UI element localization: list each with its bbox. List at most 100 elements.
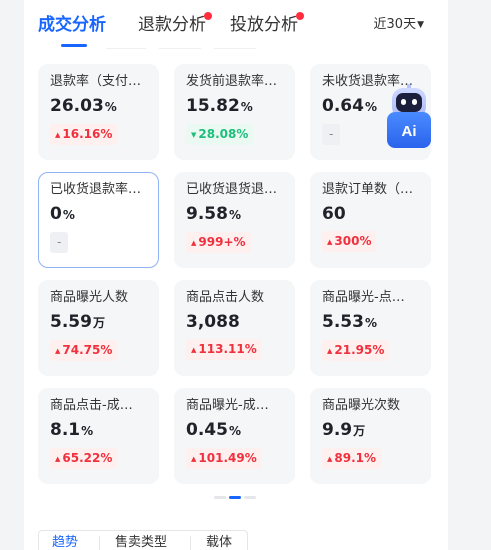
metric-title: 商品曝光人数 [50, 290, 129, 305]
metric-title: 发货前退款率… [186, 74, 278, 89]
metric-value: 0% [50, 203, 147, 226]
analysis-tab-bar: 成交分析 退款分析 投放分析 近30天▼ [24, 0, 448, 54]
metric-unit: % [228, 424, 241, 438]
tab-carrier[interactable]: 载体 [191, 531, 247, 550]
ai-label: Ai [402, 123, 417, 140]
arrow-up-icon: ▲ [191, 346, 197, 354]
change-value: 300% [334, 234, 372, 248]
tab-label: 投放分析 [230, 15, 298, 35]
active-tab-indicator [61, 44, 87, 47]
change-value: 113.11% [198, 342, 257, 356]
change-badge: ▲ 113.11% [186, 339, 262, 360]
change-badge: ▲ 16.16% [50, 124, 118, 145]
notification-dot [204, 12, 212, 20]
change-badge: - [50, 232, 69, 253]
metric-unit: % [240, 100, 253, 114]
notification-dot [296, 12, 304, 20]
arrow-up-icon: ▲ [55, 455, 61, 463]
tab-transaction-analysis[interactable]: 成交分析 [38, 13, 106, 37]
metric-card[interactable]: 商品曝光-成… 0.45% ▲ 101.49% [174, 388, 295, 484]
change-badge: ▼ 28.08% [186, 124, 254, 145]
metric-value: 9.9万 [322, 419, 419, 442]
change-value: 74.75% [62, 343, 113, 357]
metric-unit: 万 [92, 316, 105, 330]
arrow-up-icon: ▲ [327, 347, 333, 355]
change-value: 999+% [198, 235, 246, 249]
change-badge: ▲ 999+% [186, 232, 251, 253]
metric-unit: % [364, 316, 377, 330]
change-badge: ▲ 21.95% [322, 340, 390, 361]
metric-number: 9.9 [322, 420, 353, 440]
change-value: 65.22% [62, 451, 113, 465]
metric-title: 商品曝光-点… [322, 290, 405, 305]
metric-title: 商品点击人数 [186, 290, 265, 305]
metric-card[interactable]: 商品曝光次数 9.9万 ▲ 89.1% [310, 388, 431, 484]
change-value: - [329, 127, 334, 141]
metric-card[interactable]: 已收货退款率… 0% - [38, 172, 159, 268]
arrow-up-icon: ▲ [327, 455, 333, 463]
metric-number: 9.58 [186, 204, 228, 224]
metric-title: 商品曝光-成… [186, 398, 269, 413]
change-value: - [57, 235, 62, 249]
metric-title: 商品点击-成… [50, 398, 133, 413]
arrow-up-icon: ▲ [55, 131, 61, 139]
metric-value: 9.58% [186, 203, 283, 226]
metric-card[interactable]: 发货前退款率… 15.82% ▼ 28.08% [174, 64, 295, 160]
change-value: 101.49% [198, 451, 257, 465]
page-dot-active [229, 496, 241, 499]
metric-unit: % [81, 424, 94, 438]
change-badge: ▲ 101.49% [186, 448, 262, 469]
metric-value: 60 [322, 203, 419, 225]
metric-card[interactable]: 商品曝光人数 5.59万 ▲ 74.75% [38, 280, 159, 376]
divider [214, 48, 256, 49]
date-range-label: 近30天 [373, 17, 417, 32]
metric-title: 退款率（支付… [50, 74, 142, 89]
arrow-up-icon: ▲ [191, 239, 197, 247]
metric-card[interactable]: 商品曝光-点… 5.53% ▲ 21.95% [310, 280, 431, 376]
arrow-down-icon: ▼ [191, 131, 197, 139]
metric-card[interactable]: 退款订单数（… 60 ▲ 300% [310, 172, 431, 268]
metric-unit: % [364, 100, 377, 114]
date-range-dropdown[interactable]: 近30天▼ [374, 16, 424, 34]
change-badge: ▲ 89.1% [322, 448, 382, 469]
metric-number: 5.59 [50, 312, 92, 332]
metric-title: 商品曝光次数 [322, 398, 401, 413]
metric-value: 5.59万 [50, 311, 147, 334]
metric-card[interactable]: 已收货退货退… 9.58% ▲ 999+% [174, 172, 295, 268]
arrow-up-icon: ▲ [191, 455, 197, 463]
app-screen: 成交分析 退款分析 投放分析 近30天▼ 退款率（支付… 26.03% ▲ 16.16… [24, 0, 448, 550]
metric-value: 8.1% [50, 419, 147, 442]
metric-title: 已收货退货退… [186, 182, 278, 197]
tab-refund-analysis[interactable]: 退款分析 [138, 12, 212, 37]
metric-card[interactable]: 商品点击-成… 8.1% ▲ 65.22% [38, 388, 159, 484]
change-value: 16.16% [62, 127, 113, 141]
change-value: 89.1% [334, 451, 377, 465]
tab-trend[interactable]: 趋势 [39, 531, 91, 550]
metric-number: 0.64 [322, 96, 364, 116]
change-badge: - [322, 124, 341, 145]
metric-value: 26.03% [50, 95, 147, 118]
metric-unit: % [62, 208, 75, 222]
page-dot [214, 496, 226, 499]
tab-sale-type[interactable]: 售卖类型 [100, 531, 182, 550]
metric-card[interactable]: 退款率（支付… 26.03% ▲ 16.16% [38, 64, 159, 160]
metric-number: 5.53 [322, 312, 364, 332]
tab-label: 退款分析 [138, 15, 206, 35]
metric-value: 5.53% [322, 311, 419, 334]
metric-unit: 万 [353, 424, 366, 438]
chart-segment-tabs: 趋势 售卖类型 载体 [38, 530, 248, 550]
caret-down-icon: ▼ [417, 20, 424, 30]
metric-unit: % [104, 100, 117, 114]
page-dot [244, 496, 256, 499]
change-badge: ▲ 300% [322, 231, 377, 252]
metric-number: 60 [322, 204, 346, 224]
change-value: 21.95% [334, 343, 385, 357]
metric-number: 15.82 [186, 96, 240, 116]
tab-ad-analysis[interactable]: 投放分析 [230, 12, 304, 37]
metric-card[interactable]: 商品点击人数 3,088 ▲ 113.11% [174, 280, 295, 376]
tab-label: 成交分析 [38, 15, 106, 35]
divider [106, 48, 146, 49]
metric-number: 0 [50, 204, 62, 224]
metric-number: 0.45 [186, 420, 228, 440]
ai-assistant-button[interactable]: Ai [386, 84, 432, 152]
